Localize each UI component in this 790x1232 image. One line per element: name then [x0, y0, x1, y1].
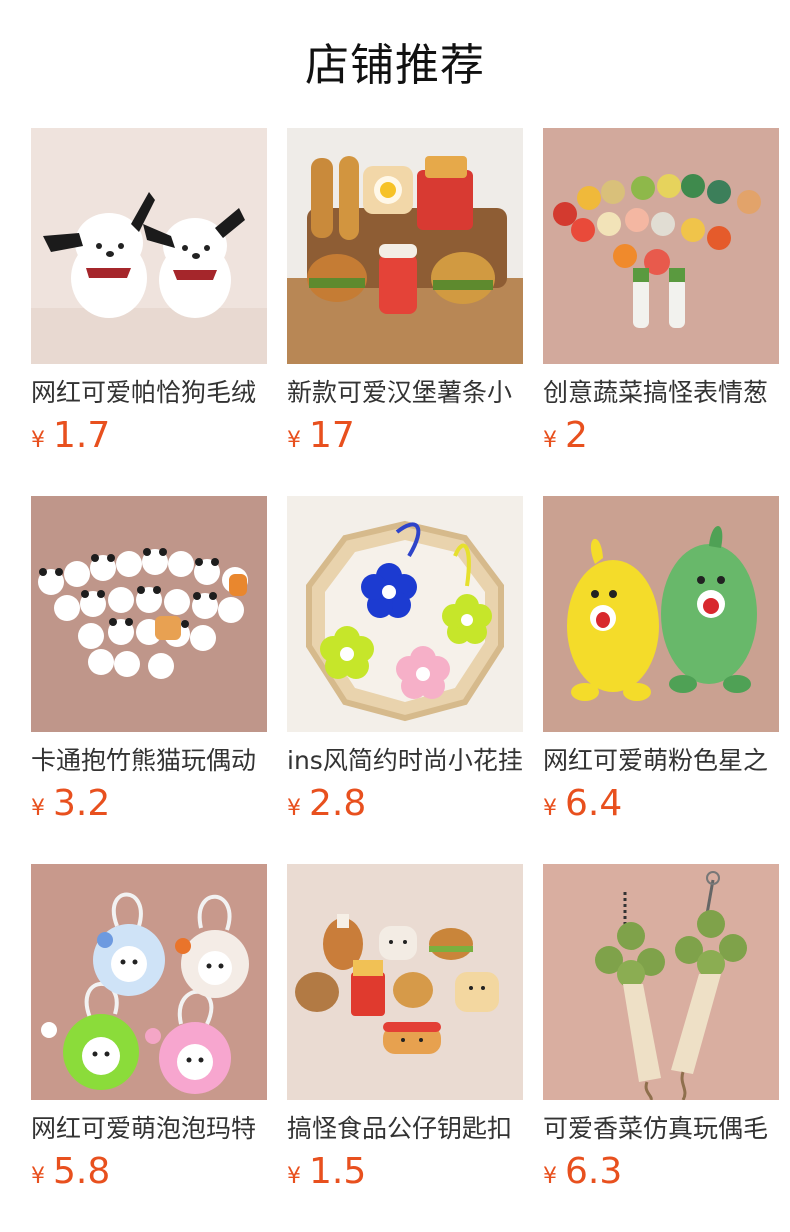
- product-price: ¥3.2: [31, 784, 267, 824]
- product-image[interactable]: [543, 864, 779, 1100]
- plush-dog-pair-image: [31, 128, 267, 364]
- product-card[interactable]: 创意蔬菜搞怪表情葱 ¥2: [543, 128, 779, 456]
- product-name[interactable]: ins风简约时尚小花挂: [287, 744, 523, 778]
- product-name[interactable]: 网红可爱帕恰狗毛绒: [31, 376, 267, 410]
- price-value: 3.2: [53, 783, 111, 824]
- currency-symbol: ¥: [287, 796, 301, 821]
- product-image[interactable]: [287, 864, 523, 1100]
- section-title: 店铺推荐: [305, 40, 485, 91]
- product-price: ¥6.4: [543, 784, 779, 824]
- currency-symbol: ¥: [543, 428, 557, 453]
- plush-bunny-pendants-image: [31, 864, 267, 1100]
- product-card[interactable]: 网红可爱萌粉色星之 ¥6.4: [543, 496, 779, 824]
- currency-symbol: ¥: [287, 428, 301, 453]
- product-image[interactable]: [31, 128, 267, 364]
- product-price: ¥17: [287, 416, 523, 456]
- product-image[interactable]: [31, 864, 267, 1100]
- product-card[interactable]: 网红可爱萌泡泡玛特 ¥5.8: [31, 864, 267, 1192]
- product-price: ¥1.5: [287, 1152, 523, 1192]
- product-price: ¥1.7: [31, 416, 267, 456]
- price-value: 1.5: [309, 1151, 367, 1192]
- currency-symbol: ¥: [287, 1164, 301, 1189]
- price-value: 6.3: [565, 1151, 623, 1192]
- plush-vegetable-keychains-image: [543, 128, 779, 364]
- product-image[interactable]: [31, 496, 267, 732]
- plush-food-bags-image: [287, 128, 523, 364]
- product-card[interactable]: 新款可爱汉堡薯条小 ¥17: [287, 128, 523, 456]
- product-card[interactable]: 网红可爱帕恰狗毛绒 ¥1.7: [31, 128, 267, 456]
- currency-symbol: ¥: [31, 1164, 45, 1189]
- product-name[interactable]: 创意蔬菜搞怪表情葱: [543, 376, 779, 410]
- price-value: 6.4: [565, 783, 623, 824]
- product-card[interactable]: ins风简约时尚小花挂 ¥2.8: [287, 496, 523, 824]
- plush-coriander-pendants-image: [543, 864, 779, 1100]
- product-image[interactable]: [287, 128, 523, 364]
- plush-food-keychains-image: [287, 864, 523, 1100]
- currency-symbol: ¥: [543, 796, 557, 821]
- product-name[interactable]: 网红可爱萌粉色星之: [543, 744, 779, 778]
- plush-panda-pile-image: [31, 496, 267, 732]
- price-value: 2: [565, 415, 588, 456]
- product-card[interactable]: 搞怪食品公仔钥匙扣 ¥1.5: [287, 864, 523, 1192]
- product-price: ¥6.3: [543, 1152, 779, 1192]
- product-name[interactable]: 搞怪食品公仔钥匙扣: [287, 1112, 523, 1146]
- currency-symbol: ¥: [31, 428, 45, 453]
- price-value: 17: [309, 415, 355, 456]
- currency-symbol: ¥: [543, 1164, 557, 1189]
- price-value: 2.8: [309, 783, 367, 824]
- product-image[interactable]: [287, 496, 523, 732]
- currency-symbol: ¥: [31, 796, 45, 821]
- product-price: ¥2: [543, 416, 779, 456]
- flower-keychain-tray-image: [287, 496, 523, 732]
- product-image[interactable]: [543, 128, 779, 364]
- product-card[interactable]: 可爱香菜仿真玩偶毛 ¥6.3: [543, 864, 779, 1192]
- shop-recommend-page: 店铺推荐 网红可爱帕恰狗毛绒 ¥ 1.7 新款可爱汉堡薯条小 ¥ 17 创意蔬菜…: [0, 0, 790, 1232]
- product-price: ¥5.8: [31, 1152, 267, 1192]
- product-price: ¥2.8: [287, 784, 523, 824]
- price-value: 1.7: [53, 415, 111, 456]
- product-name[interactable]: 卡通抱竹熊猫玩偶动: [31, 744, 267, 778]
- product-image[interactable]: [543, 496, 779, 732]
- product-name[interactable]: 网红可爱萌泡泡玛特: [31, 1112, 267, 1146]
- product-name[interactable]: 新款可爱汉堡薯条小: [287, 376, 523, 410]
- product-name[interactable]: 可爱香菜仿真玩偶毛: [543, 1112, 779, 1146]
- plush-durian-pair-image: [543, 496, 779, 732]
- price-value: 5.8: [53, 1151, 111, 1192]
- product-card[interactable]: 卡通抱竹熊猫玩偶动 ¥3.2: [31, 496, 267, 824]
